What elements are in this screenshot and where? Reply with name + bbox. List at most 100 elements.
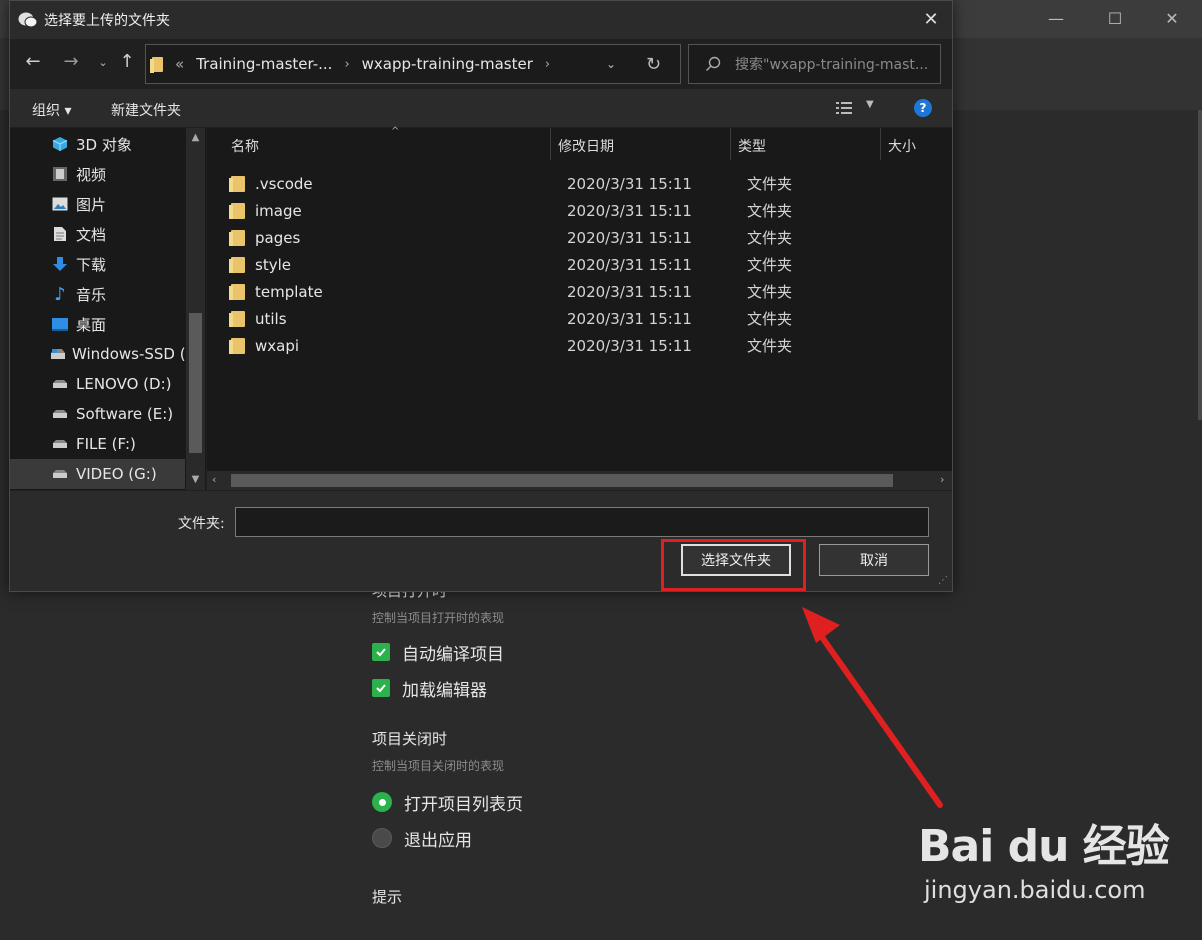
nav-item-label: 音乐	[76, 285, 107, 304]
refresh-icon[interactable]: ↻	[646, 54, 661, 75]
folder-picker-dialog: 选择要上传的文件夹 ✕ ← → ⌄ ↑ « Training-master-..…	[9, 0, 953, 592]
nav-item-downloads[interactable]: 下载	[10, 249, 185, 279]
file-type: 文件夹	[747, 310, 793, 328]
nav-item-label: VIDEO (G:)	[76, 465, 157, 483]
scroll-right-icon[interactable]: ›	[940, 473, 944, 486]
column-header-name[interactable]: 名称	[231, 136, 259, 156]
nav-item-3d-objects[interactable]: 3D 对象	[10, 129, 185, 159]
file-name: wxapi	[255, 336, 300, 355]
scroll-down-icon[interactable]: ▼	[186, 474, 205, 485]
command-bar: 组织 ▾ 新建文件夹 ▼ ?	[10, 89, 952, 127]
video-icon	[50, 165, 70, 183]
breadcrumb-separator-icon[interactable]: ›	[344, 57, 349, 72]
baidu-logo: Bai du 经验	[918, 821, 1170, 872]
drive-icon	[50, 375, 70, 393]
folder-icon	[229, 310, 245, 327]
nav-item-videos[interactable]: 视频	[10, 159, 185, 189]
help-icon[interactable]: ?	[914, 99, 932, 117]
scroll-left-icon[interactable]: ‹	[212, 473, 216, 486]
drive-icon	[50, 405, 70, 423]
file-type: 文件夹	[747, 202, 793, 220]
address-overflow[interactable]: «	[175, 55, 184, 73]
cube-icon	[50, 135, 70, 153]
column-header-size[interactable]: 大小	[888, 136, 916, 156]
column-divider[interactable]	[880, 128, 881, 160]
folder-icon	[150, 56, 163, 73]
nav-item-label: Software (E:)	[76, 405, 174, 423]
drive-icon	[50, 345, 66, 363]
file-type: 文件夹	[747, 175, 793, 193]
view-options-icon[interactable]	[836, 101, 854, 115]
radio-unselected-icon[interactable]	[372, 828, 392, 848]
nav-item-label: FILE (F:)	[76, 435, 136, 453]
nav-item-label: Windows-SSD (	[72, 345, 185, 363]
nav-item-video-g[interactable]: VIDEO (G:)	[10, 459, 185, 489]
nav-item-music[interactable]: ♪ 音乐	[10, 279, 185, 309]
column-header-date[interactable]: 修改日期	[558, 136, 614, 156]
address-bar[interactable]: « Training-master-... › wxapp-training-m…	[145, 44, 681, 84]
minimize-button[interactable]: —	[1044, 8, 1068, 30]
forward-arrow-icon[interactable]: →	[58, 51, 84, 72]
checkbox-checked-icon[interactable]	[372, 643, 390, 661]
nav-item-pictures[interactable]: 图片	[10, 189, 185, 219]
file-type: 文件夹	[747, 256, 793, 274]
resize-grip-icon[interactable]: ⋰	[938, 575, 948, 586]
file-row[interactable]: .vscode 2020/3/31 15:11 文件夹	[229, 170, 931, 197]
scrollbar-thumb[interactable]	[189, 313, 202, 453]
radio-selected-icon[interactable]	[372, 792, 392, 812]
nav-item-software-e[interactable]: Software (E:)	[10, 399, 185, 429]
baidu-url: jingyan.baidu.com	[924, 876, 1146, 904]
nav-item-file-f[interactable]: FILE (F:)	[10, 429, 185, 459]
file-row[interactable]: wxapi 2020/3/31 15:11 文件夹	[229, 332, 931, 359]
nav-item-desktop[interactable]: 桌面	[10, 309, 185, 339]
exit-app-option[interactable]: 退出应用	[372, 820, 872, 856]
file-list-horizontal-scrollbar[interactable]: ‹ ›	[207, 471, 952, 490]
scroll-up-icon[interactable]: ▲	[186, 132, 205, 143]
back-arrow-icon[interactable]: ←	[20, 51, 46, 72]
column-divider[interactable]	[550, 128, 551, 160]
file-row[interactable]: template 2020/3/31 15:11 文件夹	[229, 278, 931, 305]
nav-item-label: 图片	[76, 195, 107, 214]
app-scrollbar[interactable]	[1198, 110, 1202, 420]
close-app-button[interactable]: ✕	[1160, 8, 1184, 30]
file-row[interactable]: utils 2020/3/31 15:11 文件夹	[229, 305, 931, 332]
file-date: 2020/3/31 15:11	[567, 228, 692, 247]
maximize-button[interactable]: ☐	[1103, 8, 1127, 30]
drive-icon	[50, 435, 70, 453]
close-icon[interactable]: ✕	[918, 8, 944, 32]
folder-input[interactable]	[235, 507, 929, 537]
nav-item-label: 3D 对象	[76, 135, 132, 154]
file-name: .vscode	[255, 174, 313, 193]
sort-indicator-icon: ^	[391, 126, 400, 137]
file-row[interactable]: style 2020/3/31 15:11 文件夹	[229, 251, 931, 278]
scrollbar-thumb[interactable]	[231, 474, 893, 487]
search-placeholder[interactable]: 搜索"wxapp-training-mast...	[735, 54, 928, 74]
checkbox-checked-icon[interactable]	[372, 679, 390, 697]
organize-menu[interactable]: 组织 ▾	[32, 100, 71, 120]
up-arrow-icon[interactable]: ↑	[114, 51, 140, 72]
nav-item-windows-ssd[interactable]: Windows-SSD (	[10, 339, 185, 369]
nav-item-lenovo-d[interactable]: LENOVO (D:)	[10, 369, 185, 399]
select-folder-button[interactable]: 选择文件夹	[681, 544, 791, 576]
breadcrumb-training-master[interactable]: Training-master-...	[196, 55, 332, 73]
cancel-button[interactable]: 取消	[819, 544, 929, 576]
folder-icon	[229, 202, 245, 219]
nav-pane-scrollbar[interactable]: ▲ ▼	[186, 128, 205, 490]
view-dropdown-icon[interactable]: ▼	[866, 99, 874, 110]
file-row[interactable]: image 2020/3/31 15:11 文件夹	[229, 197, 931, 224]
nav-item-documents[interactable]: 文档	[10, 219, 185, 249]
address-dropdown-icon[interactable]: ⌄	[606, 57, 616, 71]
folder-icon	[229, 175, 245, 192]
desktop-icon	[50, 315, 70, 333]
column-header-type[interactable]: 类型	[738, 136, 766, 156]
option-label: 退出应用	[404, 830, 472, 851]
breadcrumb-separator-icon[interactable]: ›	[545, 57, 550, 72]
file-row[interactable]: pages 2020/3/31 15:11 文件夹	[229, 224, 931, 251]
wechat-icon	[18, 11, 38, 29]
search-box[interactable]: 搜索"wxapp-training-mast...	[688, 44, 941, 84]
column-divider[interactable]	[730, 128, 731, 160]
new-folder-button[interactable]: 新建文件夹	[111, 100, 181, 120]
breadcrumb-wxapp-training-master[interactable]: wxapp-training-master	[362, 55, 533, 73]
tips-title: 提示	[372, 888, 403, 906]
recent-chevron-icon[interactable]: ⌄	[90, 56, 116, 69]
